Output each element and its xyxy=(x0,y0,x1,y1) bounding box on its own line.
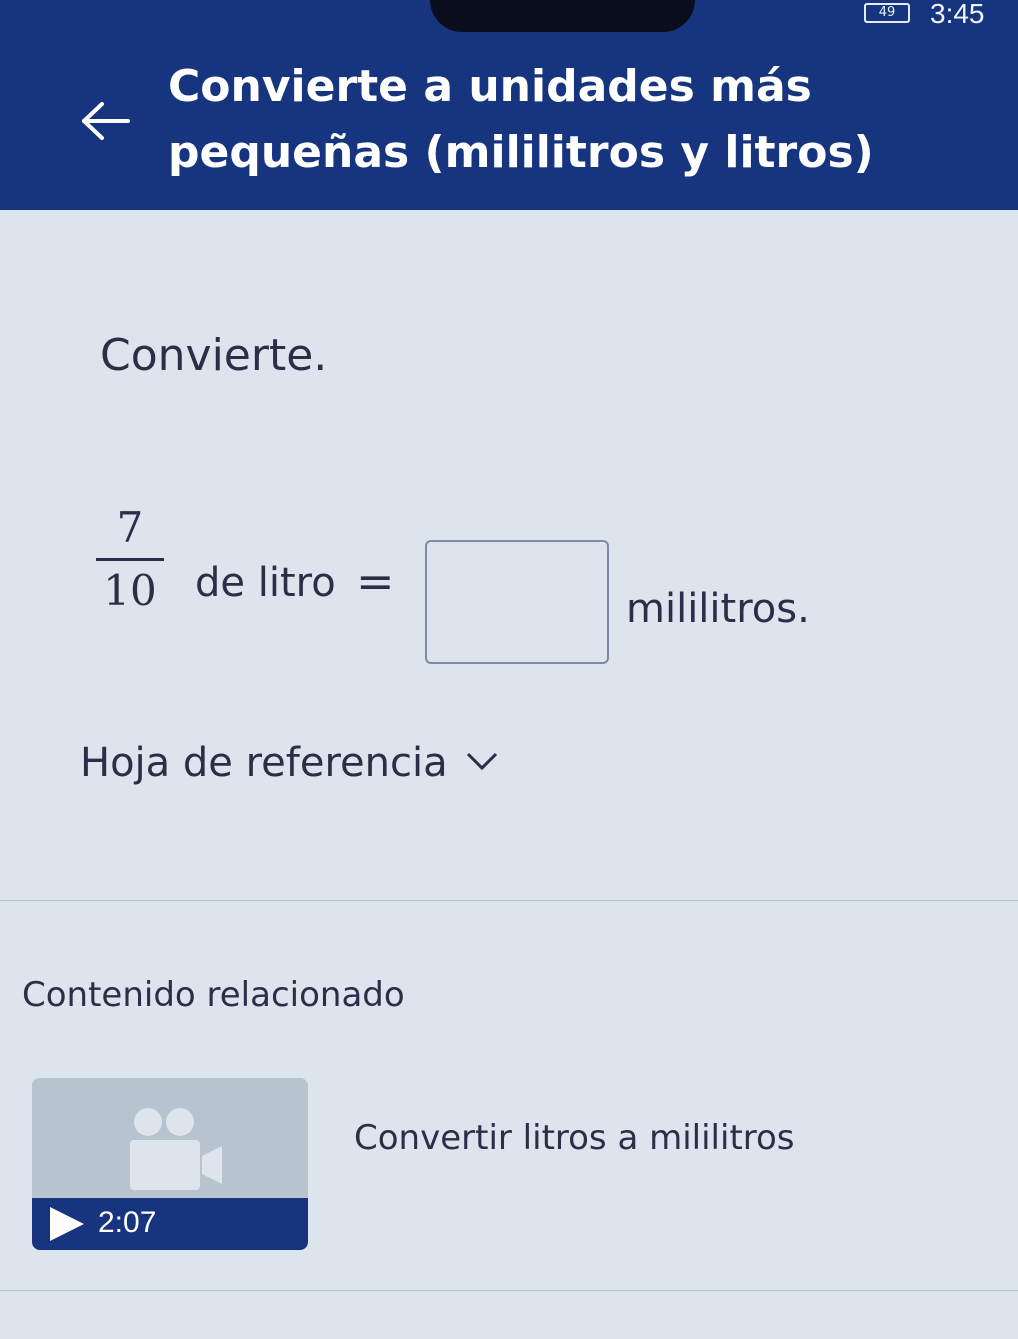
video-thumb-area xyxy=(32,1078,308,1198)
instruction-text: Convierte. xyxy=(100,330,328,381)
video-thumbnail[interactable]: 2:07 xyxy=(32,1078,308,1250)
from-unit-label: de litro xyxy=(195,560,336,606)
section-divider-bottom xyxy=(0,1290,1018,1291)
status-clock: 3:45 xyxy=(930,0,985,29)
app-header: Convierte a unidades más pequeñas (milil… xyxy=(0,36,1018,210)
arrow-left-icon[interactable] xyxy=(76,96,136,146)
video-duration: 2:07 xyxy=(98,1206,157,1239)
fraction-denominator: 10 xyxy=(103,566,157,615)
fraction-bar xyxy=(96,558,164,561)
answer-input[interactable] xyxy=(425,540,609,664)
reference-sheet-label: Hoja de referencia xyxy=(80,740,448,786)
fraction-numerator: 7 xyxy=(116,503,144,552)
battery-indicator: 49 xyxy=(864,3,910,23)
section-divider xyxy=(0,900,1018,901)
to-unit-label: mililitros. xyxy=(626,586,810,632)
fraction: 7 10 xyxy=(96,500,164,619)
related-content-heading: Contenido relacionado xyxy=(22,975,405,1015)
play-icon[interactable] xyxy=(46,1205,86,1243)
reference-sheet-toggle[interactable]: Hoja de referencia xyxy=(80,740,502,786)
page-title: Convierte a unidades más pequeñas (milil… xyxy=(168,61,874,178)
camera-notch xyxy=(430,0,695,32)
video-camera-icon xyxy=(118,1104,228,1194)
status-bar: 49 3:45 xyxy=(0,0,1018,36)
video-title-link[interactable]: Convertir litros a mililitros xyxy=(354,1118,795,1158)
exercise-panel: Convierte. 7 10 de litro = mililitros. H… xyxy=(0,210,1018,1339)
chevron-down-icon xyxy=(462,740,502,786)
video-info-bar: 2:07 xyxy=(32,1198,308,1250)
equals-sign: = xyxy=(356,554,395,608)
